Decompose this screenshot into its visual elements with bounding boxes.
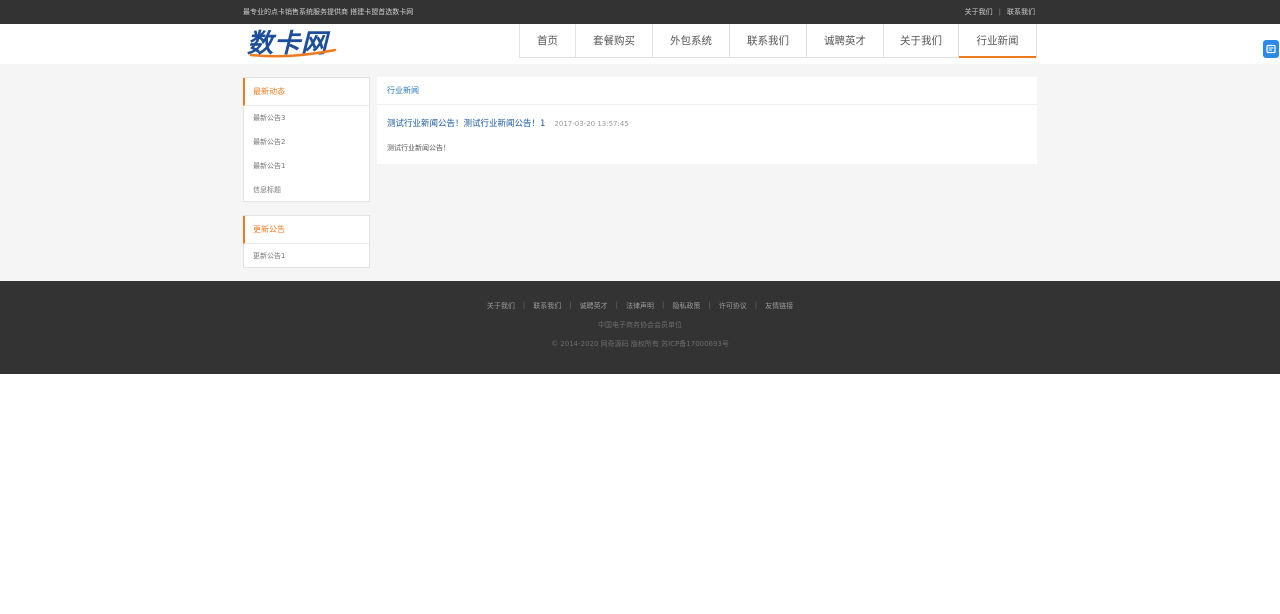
logo-swoosh-icon [249, 48, 337, 58]
footer-link-separator: | [662, 301, 665, 309]
main-nav: 首页 套餐购买 外包系统 联系我们 诚聘英才 关于我们 行业新闻 [519, 24, 1037, 58]
sidebar-item[interactable]: 最新公告3 [244, 106, 369, 130]
sidebar-latest-news: 最新动态 最新公告3 最新公告2 最新公告1 信息标题 [243, 77, 370, 202]
news-item: 测试行业新闻公告！测试行业新闻公告！1 2017-03-20 13:57:45 … [377, 117, 1037, 153]
footer-link-separator: | [615, 301, 618, 309]
sidebar-item[interactable]: 信息标题 [244, 178, 369, 202]
top-link-about[interactable]: 关于我们 [965, 7, 993, 17]
footer-link-separator: | [754, 301, 758, 309]
header: 数卡网 首页 套餐购买 外包系统 联系我们 诚聘英才 关于我们 行业新闻 [0, 24, 1280, 64]
news-title-link[interactable]: 测试行业新闻公告！测试行业新闻公告！1 [387, 117, 545, 129]
nav-item[interactable]: 联系我们 [730, 24, 807, 57]
footer-link[interactable]: 友情链接 [765, 301, 793, 311]
footer-link-separator: | [708, 301, 711, 309]
sidebar-update-notices: 更新公告 更新公告1 [243, 215, 370, 268]
footer-link-separator: | [569, 301, 572, 309]
main-news-panel: 行业新闻 测试行业新闻公告！测试行业新闻公告！1 2017-03-20 13:5… [377, 77, 1037, 164]
top-links: 关于我们 | 联系我们 [965, 7, 1037, 17]
main-panel-title: 行业新闻 [377, 77, 1037, 105]
sidebar-item[interactable]: 更新公告1 [244, 244, 369, 268]
top-link-contact[interactable]: 联系我们 [1007, 7, 1035, 17]
nav-item[interactable]: 套餐购买 [576, 24, 653, 57]
footer-link-separator: | [522, 301, 526, 309]
footer-link[interactable]: 法律声明 [626, 301, 654, 311]
nav-item[interactable]: 诚聘英才 [807, 24, 884, 57]
news-description: 测试行业新闻公告！ [387, 144, 450, 152]
nav-item[interactable]: 外包系统 [653, 24, 730, 57]
footer-link[interactable]: 许可协议 [719, 301, 747, 311]
content-area: 最新动态 最新公告3 最新公告2 最新公告1 信息标题 更新公告 更新公告1 行… [0, 64, 1280, 281]
site-slogan: 最专业的点卡销售系统服务提供商 搭建卡盟首选数卡网 [243, 8, 414, 16]
footer-link[interactable]: 联系我们 [533, 301, 561, 311]
footer-link[interactable]: 隐私政策 [672, 301, 700, 311]
top-link-separator: | [998, 8, 1001, 16]
nav-item[interactable]: 首页 [520, 24, 576, 57]
floating-service-icon[interactable] [1263, 40, 1279, 58]
footer-link[interactable]: 诚聘英才 [580, 301, 608, 311]
footer: 关于我们 | 联系我们 | 诚聘英才 | 法律声明 | 隐私政策 | 许可协议 | 友情链接 中国电子商… [0, 281, 1280, 374]
site-logo[interactable]: 数卡网 [247, 28, 339, 60]
footer-membership: 中国电子商务协会会员单位 [598, 321, 682, 329]
footer-link[interactable]: 关于我们 [487, 301, 515, 311]
nav-item[interactable]: 行业新闻 [959, 24, 1036, 58]
footer-copyright: © 2014-2020 网奇源码 版权所有 苏ICP备17000693号 [551, 340, 729, 348]
sidebar-item[interactable]: 最新公告1 [244, 154, 369, 178]
footer-links: 关于我们 | 联系我们 | 诚聘英才 | 法律声明 | 隐私政策 | 许可协议 | 友情链接 [0, 301, 1280, 311]
nav-item[interactable]: 关于我们 [884, 24, 959, 57]
sidebar-update-title: 更新公告 [243, 216, 369, 244]
news-date: 2017-03-20 13:57:45 [554, 120, 629, 128]
sidebar-item[interactable]: 最新公告2 [244, 130, 369, 154]
sidebar-latest-title: 最新动态 [243, 78, 369, 106]
top-bar: 最专业的点卡销售系统服务提供商 搭建卡盟首选数卡网 关于我们 | 联系我们 [0, 0, 1280, 24]
